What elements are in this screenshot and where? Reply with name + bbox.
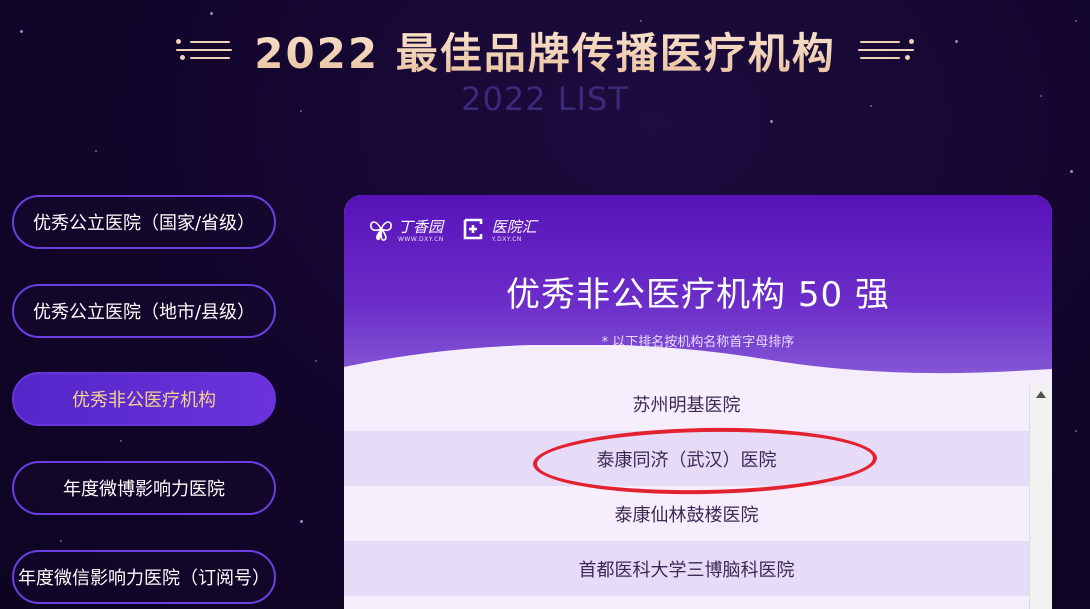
sidebar-item-public-city[interactable]: 优秀公立医院（地市/县级） <box>12 284 276 338</box>
partner-logos: 丁香园 WWW.DXY.CN 医院汇 Y.DXY.CN <box>368 217 537 245</box>
yiyuanhui-logo-url: Y.DXY.CN <box>491 235 522 243</box>
list-item: 泰康仙林鼓楼医院 <box>344 486 1029 541</box>
sidebar-item-non-public[interactable]: 优秀非公医疗机构 <box>12 372 276 426</box>
dxy-logo: 丁香园 WWW.DXY.CN <box>368 217 444 245</box>
hospital-list: 苏州明基医院 泰康同济（武汉）医院 泰康仙林鼓楼医院 首都医科大学三博脑科医院 <box>344 376 1029 596</box>
yiyuanhui-logo-name: 医院汇 <box>491 217 537 236</box>
page-title-row: 2022 最佳品牌传播医疗机构 <box>0 24 1090 78</box>
ranking-panel: 丁香园 WWW.DXY.CN 医院汇 Y.DXY.CN 优秀非公医疗机构 50 … <box>344 195 1052 609</box>
sidebar-item-label: 优秀公立医院（地市/县级） <box>32 302 256 323</box>
yiyuanhui-logo: 医院汇 Y.DXY.CN <box>462 217 537 245</box>
dxy-logo-name: 丁香园 <box>398 217 444 236</box>
panel-title: 优秀非公医疗机构 50 强 <box>506 275 890 315</box>
list-scrollbar[interactable] <box>1029 385 1052 609</box>
dxy-logo-url: WWW.DXY.CN <box>398 235 444 243</box>
title-left-ornament <box>176 35 236 65</box>
scroll-up-arrow-icon[interactable] <box>1036 391 1046 398</box>
sidebar-item-label: 年度微信影响力医院（订阅号） <box>18 568 270 589</box>
sidebar-item-weibo[interactable]: 年度微博影响力医院 <box>12 461 276 515</box>
sidebar-item-label: 优秀非公医疗机构 <box>72 390 216 411</box>
list-item: 苏州明基医院 <box>344 376 1029 431</box>
list-item: 泰康同济（武汉）医院 <box>344 431 1029 486</box>
page-subtitle: 2022 LIST <box>461 80 629 118</box>
sidebar-item-wechat[interactable]: 年度微信影响力医院（订阅号） <box>12 550 276 604</box>
title-right-ornament <box>854 35 914 65</box>
sidebar-item-public-national[interactable]: 优秀公立医院（国家/省级） <box>12 195 276 249</box>
page-title: 2022 最佳品牌传播医疗机构 <box>254 20 836 81</box>
list-item: 首都医科大学三博脑科医院 <box>344 541 1029 596</box>
yiyuanhui-icon <box>462 217 488 245</box>
dxy-flower-icon <box>368 217 394 245</box>
panel-header: 丁香园 WWW.DXY.CN 医院汇 Y.DXY.CN 优秀非公医疗机构 50 … <box>344 195 1052 405</box>
sidebar-item-label: 年度微博影响力医院 <box>63 479 225 500</box>
sidebar-item-label: 优秀公立医院（国家/省级） <box>32 213 256 234</box>
